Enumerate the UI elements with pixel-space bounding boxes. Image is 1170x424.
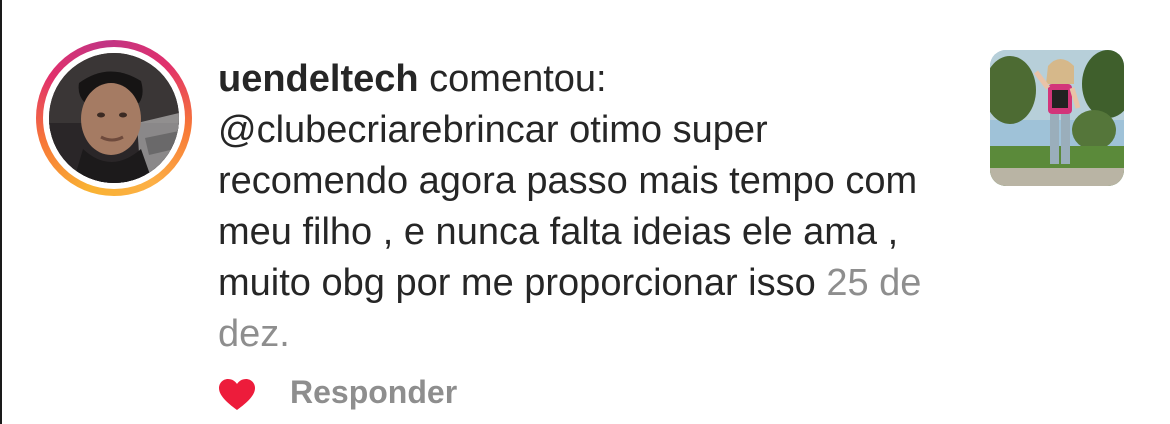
avatar-photo — [49, 53, 179, 183]
comment-text: @clubecriarebrincar otimo super recomend… — [218, 109, 918, 304]
heart-icon — [219, 379, 255, 410]
story-ring[interactable] — [36, 40, 192, 196]
like-button[interactable] — [218, 378, 256, 412]
comment-action: comentou: — [429, 58, 607, 100]
avatar[interactable] — [49, 53, 179, 183]
window-edge — [0, 0, 2, 424]
comment-username[interactable]: uendeltech — [218, 58, 419, 100]
comment-body: uendeltech comentou: @clubecriarebrincar… — [218, 54, 958, 360]
reply-button[interactable]: Responder — [290, 374, 457, 411]
post-thumbnail[interactable] — [990, 50, 1124, 186]
thumbnail-image — [990, 50, 1124, 186]
